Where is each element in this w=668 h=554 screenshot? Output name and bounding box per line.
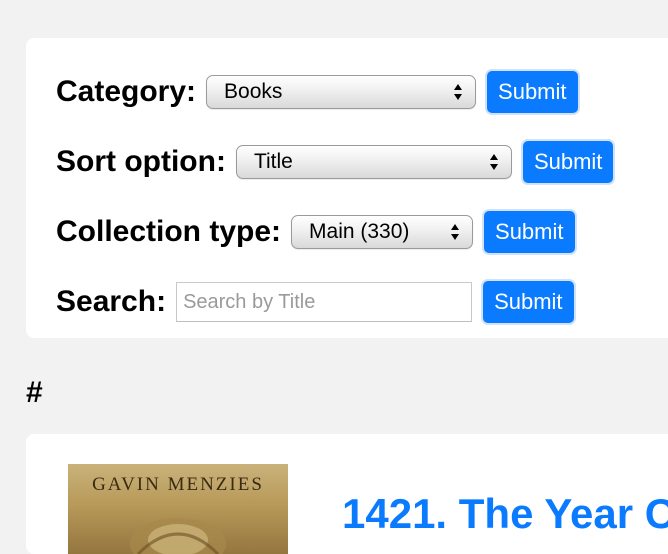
filter-panel: Category: Books Submit Sort option: Titl… [26, 38, 668, 338]
collection-selected-value: Main (330) [309, 220, 410, 243]
search-input[interactable] [176, 282, 473, 322]
cover-emblem-icon [130, 518, 226, 554]
category-label: Category: [56, 75, 197, 108]
sort-selected-value: Title [253, 150, 293, 173]
sort-label: Sort option: [56, 145, 226, 178]
book-title-link[interactable]: 1421. The Year C [342, 490, 668, 538]
book-cover-image[interactable]: GAVIN MENZIES [68, 464, 288, 554]
sort-submit-button[interactable]: Submit [520, 139, 616, 185]
search-submit-button[interactable]: Submit [481, 279, 576, 325]
select-arrows-icon [450, 222, 460, 242]
cover-author-text: GAVIN MENZIES [92, 474, 264, 495]
section-heading: # [26, 376, 43, 409]
collection-select[interactable]: Main (330) [291, 215, 474, 249]
collection-row: Collection type: Main (330) Submit [56, 209, 577, 255]
book-card: GAVIN MENZIES 1421. The Year C [26, 434, 668, 554]
select-arrows-icon [489, 152, 499, 172]
search-row: Search: Submit [56, 279, 576, 325]
search-label: Search: [56, 285, 167, 318]
sort-select[interactable]: Title [235, 145, 512, 179]
select-arrows-icon [453, 82, 463, 102]
category-selected-value: Books [224, 80, 283, 103]
category-submit-button[interactable]: Submit [485, 69, 580, 115]
collection-submit-button[interactable]: Submit [482, 209, 577, 255]
collection-label: Collection type: [56, 215, 282, 248]
category-row: Category: Books Submit [56, 69, 580, 115]
category-select[interactable]: Books [206, 75, 477, 109]
sort-row: Sort option: Title Submit [56, 139, 616, 185]
